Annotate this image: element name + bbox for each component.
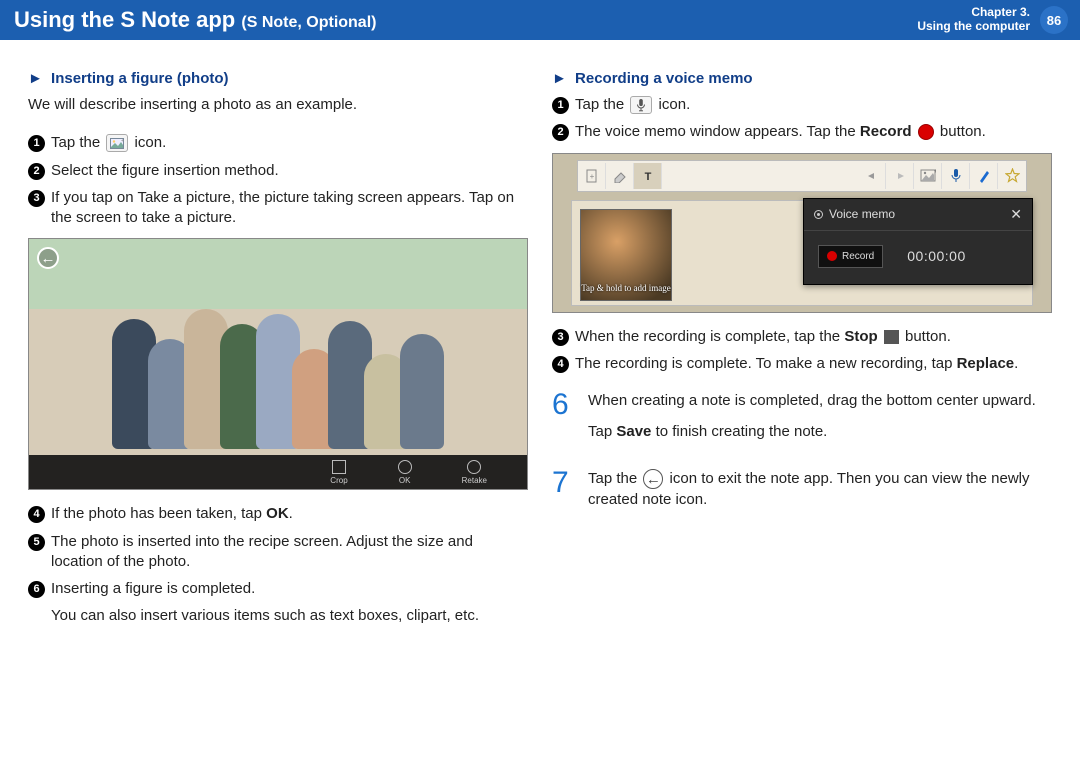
toolbar-star-icon[interactable] [998, 163, 1026, 189]
step-number: 5 [28, 534, 45, 551]
vm-step-4: 4 The recording is complete. To make a n… [552, 354, 1052, 374]
step-number: 4 [552, 356, 569, 373]
big-step-content: Tap the ← icon to exit the note app. The… [588, 468, 1052, 520]
people-illustration [59, 279, 497, 449]
vm-step-2: 2 The voice memo window appears. Tap the… [552, 122, 1052, 142]
toolbar-mic-icon[interactable] [942, 163, 970, 189]
toolbar-undo-icon[interactable] [858, 163, 886, 189]
vm-step-3: 3 When the recording is complete, tap th… [552, 327, 1052, 347]
section-heading-inserting-figure: ► Inserting a figure (photo) [28, 70, 528, 87]
header-bar: Using the S Note app (S Note, Optional) … [0, 0, 1080, 40]
image-placeholder[interactable]: Tap & hold to add image [580, 209, 672, 301]
svg-text:T: T [644, 171, 651, 183]
microphone-icon [630, 96, 652, 114]
step-number: 1 [552, 97, 569, 114]
section-title-text: Recording a voice memo [575, 70, 753, 87]
record-icon [918, 124, 934, 140]
big6-p2: Tap Save to finish creating the note. [588, 421, 1052, 442]
step-text: The voice memo window appears. Tap the R… [575, 122, 1052, 142]
big-step-content: When creating a note is completed, drag … [588, 390, 1052, 452]
screenshot-voice-memo: + T + Tap & hold to add image [552, 153, 1052, 313]
record-button[interactable]: Record [818, 245, 883, 268]
step-number: 3 [28, 190, 45, 207]
right-column: ► Recording a voice memo 1 Tap the icon.… [552, 70, 1052, 627]
voice-memo-title: Voice memo [829, 207, 895, 221]
voice-memo-popup: Voice memo ✕ Record 00:00:00 [803, 198, 1033, 285]
step-text: Tap the + icon. [51, 133, 528, 153]
title-sub: (S Note, Optional) [241, 14, 376, 31]
step-number: 4 [28, 506, 45, 523]
step-5: 5 The photo is inserted into the recipe … [28, 532, 528, 573]
step-text: Tap the icon. [575, 95, 1052, 115]
step-text: When the recording is complete, tap the … [575, 327, 1052, 347]
retake-button[interactable]: Retake [462, 460, 487, 485]
step-number: 2 [28, 163, 45, 180]
step-2: 2 Select the figure insertion method. [28, 161, 528, 181]
step-1: 1 Tap the + icon. [28, 133, 528, 153]
big-step-number: 6 [552, 390, 576, 452]
step-text: The recording is complete. To make a new… [575, 354, 1052, 374]
back-icon: ← [37, 247, 59, 269]
svg-text:+: + [121, 138, 124, 144]
svg-text:+: + [589, 172, 594, 181]
page-number: 86 [1040, 6, 1068, 34]
toolbar-eraser-icon[interactable] [606, 163, 634, 189]
page-title: Using the S Note app (S Note, Optional) [14, 7, 376, 33]
screenshot-take-picture: ← Crop OK Retake [28, 238, 528, 490]
step-text: If you tap on Take a picture, the pictur… [51, 188, 528, 229]
section-title-text: Inserting a figure (photo) [51, 70, 229, 87]
intro-text: We will describe inserting a photo as an… [28, 95, 528, 115]
footnote-text: You can also insert various items such a… [51, 606, 528, 626]
photo-icon: + [106, 134, 128, 152]
chapter-line1: Chapter 3. [917, 6, 1030, 20]
step-text: Inserting a figure is completed. [51, 579, 528, 599]
big-step-7: 7 Tap the ← icon to exit the note app. T… [552, 468, 1052, 520]
toolbar-redo-icon[interactable] [886, 163, 914, 189]
step-number: 6 [28, 581, 45, 598]
title-main: Using the S Note app [14, 7, 235, 32]
voice-memo-indicator-icon [814, 210, 823, 219]
toolbar-photo-icon[interactable]: + [914, 163, 942, 189]
step-6: 6 Inserting a figure is completed. [28, 579, 528, 599]
photo-bottom-bar: Crop OK Retake [29, 455, 527, 489]
toolbar-add-page-icon[interactable]: + [578, 163, 606, 189]
step-text: If the photo has been taken, tap OK. [51, 504, 528, 524]
crop-button[interactable]: Crop [330, 460, 347, 485]
step-number: 3 [552, 329, 569, 346]
header-meta: Chapter 3. Using the computer 86 [917, 6, 1068, 34]
stop-icon [884, 330, 899, 344]
step-number: 2 [552, 124, 569, 141]
step-text: Select the figure insertion method. [51, 161, 528, 181]
recording-time: 00:00:00 [907, 248, 966, 264]
chapter-info: Chapter 3. Using the computer [917, 6, 1030, 34]
left-column: ► Inserting a figure (photo) We will des… [28, 70, 528, 627]
step-3: 3 If you tap on Take a picture, the pict… [28, 188, 528, 229]
ok-button[interactable]: OK [398, 460, 412, 485]
svg-text:+: + [934, 169, 936, 175]
back-arrow-icon: ← [643, 469, 663, 489]
toolbar-text-icon[interactable]: T [634, 163, 662, 189]
toolbar-pen-icon[interactable] [970, 163, 998, 189]
big-step-number: 7 [552, 468, 576, 520]
snote-toolbar: + T + [577, 160, 1027, 192]
arrow-icon: ► [28, 70, 43, 87]
chapter-line2: Using the computer [917, 20, 1030, 34]
close-icon[interactable]: ✕ [1010, 206, 1022, 223]
step-number: 1 [28, 135, 45, 152]
arrow-icon: ► [552, 70, 567, 87]
record-label: Record [842, 251, 874, 262]
big-step-6: 6 When creating a note is completed, dra… [552, 390, 1052, 452]
step-4: 4 If the photo has been taken, tap OK. [28, 504, 528, 524]
record-dot-icon [827, 251, 837, 261]
big7-p1: Tap the ← icon to exit the note app. The… [588, 468, 1052, 510]
section-heading-voice-memo: ► Recording a voice memo [552, 70, 1052, 87]
thumb-caption: Tap & hold to add image [581, 284, 671, 300]
big6-p1: When creating a note is completed, drag … [588, 390, 1052, 411]
vm-step-1: 1 Tap the icon. [552, 95, 1052, 115]
step-text: The photo is inserted into the recipe sc… [51, 532, 528, 573]
